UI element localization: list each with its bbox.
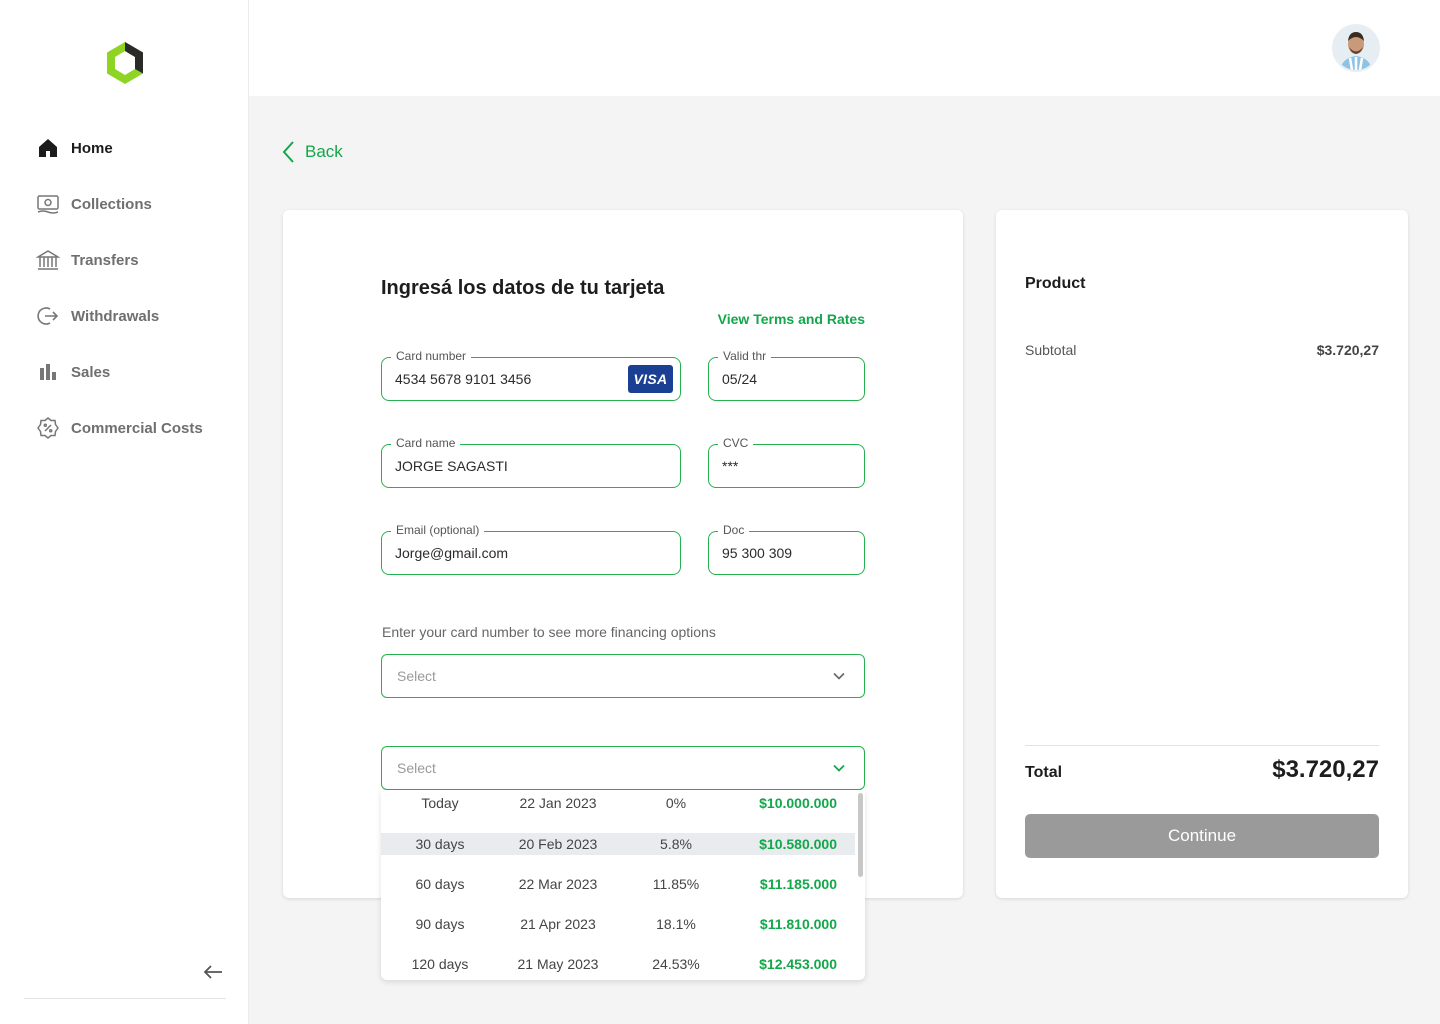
option-term: Today	[421, 795, 459, 811]
form-title: Ingresá los datos de tu tarjeta	[381, 277, 665, 299]
financing-option-row[interactable]: 30 days 20 Feb 2023 5.8% $10.580.000	[381, 833, 855, 855]
financing-hint: Enter your card number to see more finan…	[382, 624, 716, 640]
option-term: 30 days	[415, 836, 465, 852]
product-label: Product	[1025, 275, 1086, 292]
card-number-field[interactable]: Card number VISA	[381, 349, 681, 401]
cvc-input[interactable]	[722, 445, 846, 487]
option-term: 90 days	[415, 916, 465, 932]
financing-option-row[interactable]: 60 days 22 Mar 2023 11.85% $11.185.000	[381, 873, 855, 895]
sidebar-item-label: Transfers	[71, 251, 139, 269]
dropdown-scrollbar[interactable]	[858, 793, 863, 877]
option-rate: 0%	[665, 795, 687, 811]
user-avatar[interactable]	[1332, 24, 1380, 72]
option-rate: 18.1%	[656, 916, 696, 932]
continue-button[interactable]: Continue	[1025, 814, 1379, 858]
sidebar-item-label: Withdrawals	[71, 307, 160, 325]
sidebar-item-collections[interactable]: Collections	[36, 186, 203, 222]
bar-chart-icon	[36, 360, 60, 384]
card-name-input[interactable]	[395, 445, 634, 487]
financing-option-row[interactable]: Today 22 Jan 2023 0% $10.000.000	[381, 792, 855, 814]
bank-icon	[36, 248, 60, 272]
sidebar: Home Collections Transfers Withdrawals S…	[0, 0, 249, 1024]
cvc-field[interactable]: CVC	[708, 436, 865, 488]
financing-select-2[interactable]: Select	[381, 746, 865, 790]
view-terms-link[interactable]: View Terms and Rates	[718, 311, 865, 327]
chevron-down-icon	[833, 672, 845, 680]
option-date: 22 Mar 2023	[518, 876, 598, 892]
visa-logo-icon: VISA	[628, 365, 673, 393]
back-label: Back	[305, 142, 343, 161]
sidebar-item-label: Home	[71, 139, 113, 157]
total-label: Total	[1025, 764, 1063, 781]
option-rate: 24.53%	[652, 956, 700, 972]
sidebar-item-home[interactable]: Home	[36, 130, 203, 166]
sidebar-divider	[24, 998, 226, 999]
brand-logo-icon[interactable]	[104, 40, 146, 86]
summary-divider	[1025, 745, 1379, 746]
financing-option-row[interactable]: 90 days 21 Apr 2023 18.1% $11.810.000	[381, 913, 855, 935]
sidebar-item-label: Collections	[71, 195, 152, 213]
banknote-icon	[36, 192, 60, 216]
card-number-input[interactable]	[395, 358, 634, 400]
financing-select-1[interactable]: Select	[381, 654, 865, 698]
email-input[interactable]	[395, 532, 634, 574]
total-value: $3.720,27	[1272, 756, 1379, 783]
sidebar-item-sales[interactable]: Sales	[36, 354, 203, 390]
option-date: 21 May 2023	[517, 956, 599, 972]
sidebar-item-label: Sales	[71, 363, 111, 381]
top-bar	[249, 0, 1440, 96]
subtotal-value: $3.720,27	[1316, 342, 1379, 358]
option-rate: 5.8%	[660, 836, 692, 852]
option-amount: $10.000.000	[759, 795, 837, 811]
option-term: 120 days	[411, 956, 469, 972]
order-summary-panel: Product Subtotal $3.720,27 Total $3.720,…	[996, 210, 1408, 898]
sidebar-item-withdrawals[interactable]: Withdrawals	[36, 298, 203, 334]
valid-thru-input[interactable]	[722, 358, 846, 400]
option-date: 20 Feb 2023	[518, 836, 598, 852]
valid-thru-field[interactable]: Valid thr	[708, 349, 865, 401]
select-placeholder: Select	[397, 668, 436, 684]
sidebar-nav: Home Collections Transfers Withdrawals S…	[36, 130, 203, 466]
chevron-down-icon	[833, 764, 845, 772]
option-amount: $10.580.000	[759, 836, 837, 852]
option-amount: $11.185.000	[759, 876, 837, 892]
doc-field[interactable]: Doc	[708, 523, 865, 575]
option-amount: $11.810.000	[759, 916, 837, 932]
financing-option-row[interactable]: 120 days 21 May 2023 24.53% $12.453.000	[381, 953, 855, 975]
collapse-sidebar-arrow-icon[interactable]	[200, 960, 226, 984]
percent-badge-icon	[36, 416, 60, 440]
card-name-field[interactable]: Card name	[381, 436, 681, 488]
select-placeholder: Select	[397, 760, 436, 776]
home-icon	[36, 136, 60, 160]
doc-input[interactable]	[722, 532, 846, 574]
subtotal-label: Subtotal	[1025, 342, 1077, 358]
back-button[interactable]: Back	[281, 140, 343, 164]
sidebar-item-commercial-costs[interactable]: Commercial Costs	[36, 410, 203, 446]
exit-arrow-icon	[36, 304, 60, 328]
option-amount: $12.453.000	[759, 956, 837, 972]
sidebar-item-label: Commercial Costs	[71, 419, 203, 437]
chevron-left-icon	[282, 141, 294, 163]
sidebar-item-transfers[interactable]: Transfers	[36, 242, 203, 278]
option-term: 60 days	[415, 876, 465, 892]
financing-options-dropdown: Today 22 Jan 2023 0% $10.000.000 30 days…	[381, 790, 865, 980]
option-date: 21 Apr 2023	[520, 916, 596, 932]
option-rate: 11.85%	[652, 876, 700, 892]
option-date: 22 Jan 2023	[519, 795, 597, 811]
email-field[interactable]: Email (optional)	[381, 523, 681, 575]
